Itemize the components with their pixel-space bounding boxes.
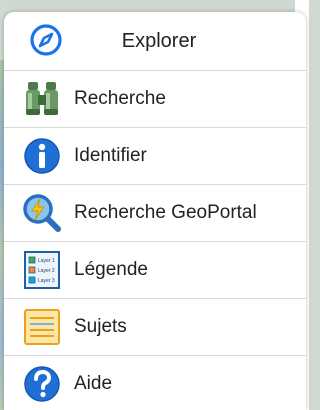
menu-item-recherche[interactable]: Recherche bbox=[4, 71, 306, 128]
legend-layer-1: Layer 1 bbox=[38, 258, 55, 264]
menu-item-identifier[interactable]: Identifier bbox=[4, 128, 306, 185]
info-icon bbox=[22, 136, 62, 176]
menu-item-recherche-geoportal[interactable]: Recherche GeoPortal bbox=[4, 185, 306, 242]
explorer-menu: Recherche Identifier Recherche GeoPortal… bbox=[4, 71, 306, 410]
menu-item-label: Identifier bbox=[74, 145, 147, 166]
panel-header[interactable]: Explorer bbox=[4, 12, 306, 71]
legend-layer-3: Layer 3 bbox=[38, 278, 55, 284]
compass-icon[interactable] bbox=[29, 23, 63, 57]
geoportal-search-icon bbox=[22, 193, 62, 233]
menu-item-legende[interactable]: Layer 1 Layer 2 Layer 3 Légende bbox=[4, 242, 306, 299]
topics-icon bbox=[22, 307, 62, 347]
panel-title: Explorer bbox=[121, 29, 197, 52]
menu-item-sujets[interactable]: Sujets bbox=[4, 299, 306, 356]
legend-icon: Layer 1 Layer 2 Layer 3 bbox=[22, 250, 62, 290]
menu-item-label: Légende bbox=[74, 259, 148, 280]
binoculars-icon bbox=[22, 79, 62, 119]
menu-item-label: Recherche GeoPortal bbox=[74, 202, 257, 223]
menu-item-aide[interactable]: Aide bbox=[4, 356, 306, 410]
legend-layer-2: Layer 2 bbox=[38, 268, 55, 274]
help-icon bbox=[22, 364, 62, 404]
menu-item-label: Recherche bbox=[74, 88, 166, 109]
explorer-panel: Explorer Recherche Identifier Recherche … bbox=[4, 12, 306, 410]
menu-item-label: Aide bbox=[74, 373, 113, 394]
menu-item-label: Sujets bbox=[74, 316, 127, 337]
